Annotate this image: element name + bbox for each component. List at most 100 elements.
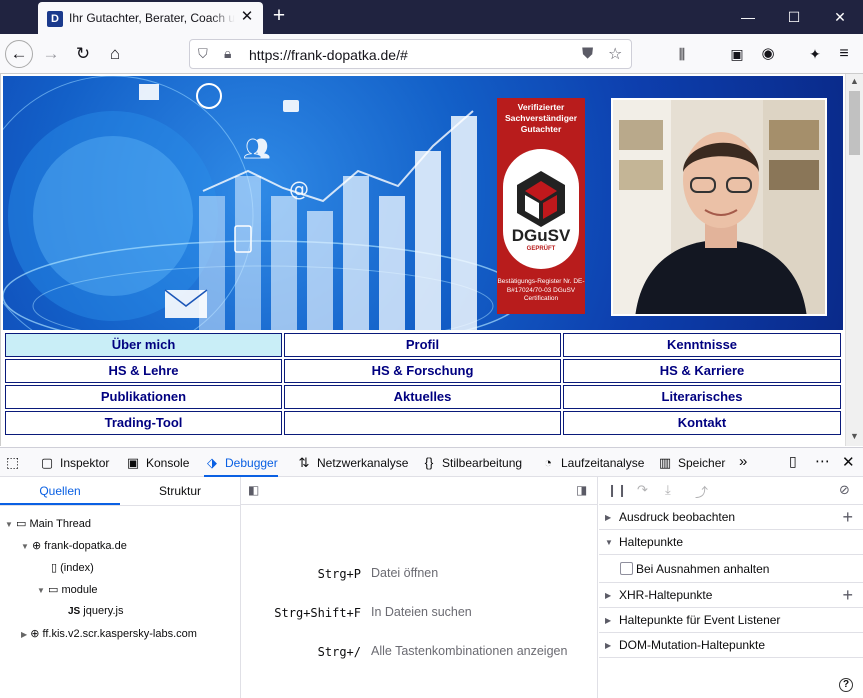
- scroll-up-icon[interactable]: ▲: [848, 76, 861, 86]
- window-close-icon[interactable]: ✕: [817, 0, 863, 34]
- shortcut-key-find-in-files: Strg+Shift+F: [274, 606, 361, 620]
- svg-text:👥︎: 👥︎: [243, 137, 271, 162]
- page-scrollbar[interactable]: ▲ ▼: [845, 74, 863, 446]
- tree-item-module[interactable]: ▼ ▭ module: [37, 583, 98, 596]
- step-out-icon[interactable]: ⤴: [695, 482, 708, 501]
- home-icon[interactable]: ⌂: [100, 39, 130, 69]
- shortcut-label-find-in-files[interactable]: In Dateien suchen: [371, 605, 472, 619]
- account-icon[interactable]: ◉: [753, 39, 783, 69]
- shortcut-label-all-shortcuts[interactable]: Alle Tastenkombinationen anzeigen: [371, 644, 567, 658]
- dock-side-icon[interactable]: ▯: [789, 453, 797, 470]
- scrollbar-thumb[interactable]: [849, 91, 860, 155]
- chevron-down-icon: ▼: [37, 586, 45, 595]
- toggle-breakpoints-icon[interactable]: ◨: [576, 483, 587, 497]
- maximize-icon[interactable]: ☐: [771, 0, 817, 34]
- globe-icon: ⊕: [31, 540, 42, 552]
- navigation-toolbar: ← → ↻ ⌂ ⛉ 🔒︎ https://frank-dopatka.de/# …: [0, 34, 863, 74]
- tab-laufzeitanalyse[interactable]: ◔ Laufzeitanalyse: [540, 448, 644, 477]
- pocket-icon[interactable]: ⛊: [582, 45, 593, 62]
- pause-on-exceptions-row[interactable]: Bei Ausnahmen anhalten: [599, 555, 863, 583]
- tree-item-jquery[interactable]: JS jquery.js: [68, 605, 123, 617]
- new-tab-icon[interactable]: +: [268, 5, 290, 28]
- section-breakpoints[interactable]: ▼ Haltepunkte: [599, 530, 863, 555]
- svg-text:@: @: [289, 177, 309, 201]
- library-icon[interactable]: ⫼: [667, 39, 697, 69]
- network-icon: ⇅: [298, 455, 310, 470]
- deactivate-breakpoints-icon[interactable]: ⊘: [839, 482, 850, 498]
- menu-item-ueber-mich[interactable]: Über mich: [5, 333, 282, 357]
- add-xhr-breakpoint-icon[interactable]: +: [842, 583, 853, 608]
- seal-heading: Verifizierter Sachverständiger Gutachter: [504, 102, 578, 134]
- reload-icon[interactable]: ↻: [68, 39, 98, 69]
- performance-icon: ◔: [544, 455, 552, 470]
- step-in-icon[interactable]: ⤓: [665, 482, 671, 498]
- more-tools-chevron-icon[interactable]: »: [739, 453, 747, 470]
- menu-item-hs-lehre[interactable]: HS & Lehre: [5, 359, 282, 383]
- minimize-icon[interactable]: —: [725, 0, 771, 34]
- forward-icon[interactable]: →: [36, 39, 66, 69]
- chevron-right-icon: ▶: [605, 591, 612, 600]
- tab-inspektor[interactable]: ▢ Inspektor: [39, 448, 110, 477]
- pause-icon[interactable]: ❙❙: [607, 483, 627, 497]
- tree-item-main-thread[interactable]: ▼ ▭ Main Thread: [5, 517, 91, 530]
- step-over-icon[interactable]: ↷: [637, 482, 648, 498]
- lock-icon[interactable]: 🔒︎: [224, 45, 231, 62]
- style-editor-icon: {}: [424, 455, 434, 470]
- add-watch-icon[interactable]: +: [842, 505, 853, 530]
- pause-on-exceptions-checkbox[interactable]: [620, 562, 633, 575]
- chevron-down-icon: ▼: [21, 542, 29, 551]
- scroll-down-icon[interactable]: ▼: [848, 431, 861, 441]
- tab-speicher[interactable]: ▥ Speicher: [657, 448, 726, 477]
- toggle-sources-icon[interactable]: ◧: [248, 483, 259, 497]
- chevron-down-icon: ▼: [5, 520, 13, 529]
- portrait-image: [613, 100, 825, 314]
- window-titlebar: D Ihr Gutachter, Berater, Coach und ✕ + …: [0, 0, 863, 34]
- bookmark-star-icon[interactable]: ☆: [608, 44, 622, 64]
- sidebar-icon[interactable]: ▣: [722, 39, 752, 69]
- tab-debugger[interactable]: ⬗ Debugger: [204, 448, 278, 477]
- inspector-icon: ▢: [40, 455, 54, 470]
- page-viewport: 👥︎ @ Verifizierter Sachverständiger Guta…: [0, 74, 845, 446]
- menu-item-profil[interactable]: Profil: [284, 333, 561, 357]
- menu-icon[interactable]: ≡: [829, 39, 859, 69]
- more-options-icon[interactable]: ⋯: [815, 452, 830, 470]
- shortcut-key-all-shortcuts: Strg+/: [317, 645, 361, 659]
- shield-icon[interactable]: ⛉: [198, 46, 208, 62]
- help-icon[interactable]: ?: [839, 678, 853, 692]
- tab-title: Ihr Gutachter, Berater, Coach und: [69, 11, 235, 25]
- tab-konsole[interactable]: ▣ Konsole: [125, 448, 190, 477]
- element-picker-icon[interactable]: ⬚: [6, 454, 19, 471]
- tree-item-kaspersky[interactable]: ▶ ⊕ ff.kis.v2.scr.kaspersky-labs.com: [21, 627, 197, 640]
- chevron-right-icon: ▶: [605, 513, 612, 522]
- debug-controls: ❙❙ ↷ ⤓ ⤴ ⊘: [599, 477, 863, 505]
- tree-item-domain[interactable]: ▼ ⊕ frank-dopatka.de: [21, 539, 127, 552]
- chevron-right-icon: ▶: [605, 641, 612, 650]
- section-xhr-breakpoints[interactable]: ▶ XHR-Haltepunkte +: [599, 583, 863, 608]
- extensions-icon[interactable]: ✦: [800, 39, 830, 69]
- shortcut-label-open-file[interactable]: Datei öffnen: [371, 566, 438, 580]
- menu-item-hs-karriere[interactable]: HS & Karriere: [563, 359, 841, 383]
- menu-item-kontakt[interactable]: Kontakt: [563, 411, 841, 435]
- browser-tab[interactable]: D Ihr Gutachter, Berater, Coach und ✕: [38, 2, 263, 34]
- back-icon[interactable]: ←: [5, 40, 33, 68]
- close-tab-icon[interactable]: ✕: [239, 9, 255, 25]
- section-watch-expressions[interactable]: ▶ Ausdruck beobachten +: [599, 505, 863, 530]
- tree-item-index[interactable]: ▯ (index): [51, 561, 94, 574]
- menu-item-literarisches[interactable]: Literarisches: [563, 385, 841, 409]
- header-banner: 👥︎ @ Verifizierter Sachverständiger Guta…: [3, 76, 843, 330]
- tab-struktur[interactable]: Struktur: [120, 477, 240, 505]
- js-icon: JS: [68, 606, 81, 617]
- section-event-listener-breakpoints[interactable]: ▶ Haltepunkte für Event Listener: [599, 608, 863, 633]
- menu-item-kenntnisse[interactable]: Kenntnisse: [563, 333, 841, 357]
- url-bar[interactable]: ⛉ 🔒︎ https://frank-dopatka.de/# ⛊ ☆: [189, 39, 632, 69]
- tab-stilbearbeitung[interactable]: {} Stilbearbeitung: [421, 448, 522, 477]
- seal-footer: Bestätigungs-Register Nr. DE-B#17024/70-…: [497, 278, 585, 302]
- menu-item-aktuelles[interactable]: Aktuelles: [284, 385, 561, 409]
- tab-quellen[interactable]: Quellen: [0, 477, 120, 505]
- tab-netzwerkanalyse[interactable]: ⇅ Netzwerkanalyse: [296, 448, 409, 477]
- section-dom-mutation-breakpoints[interactable]: ▶ DOM-Mutation-Haltepunkte: [599, 633, 863, 658]
- menu-item-hs-forschung[interactable]: HS & Forschung: [284, 359, 561, 383]
- menu-item-publikationen[interactable]: Publikationen: [5, 385, 282, 409]
- menu-item-trading-tool[interactable]: Trading-Tool: [5, 411, 282, 435]
- close-devtools-icon[interactable]: ✕: [842, 453, 855, 471]
